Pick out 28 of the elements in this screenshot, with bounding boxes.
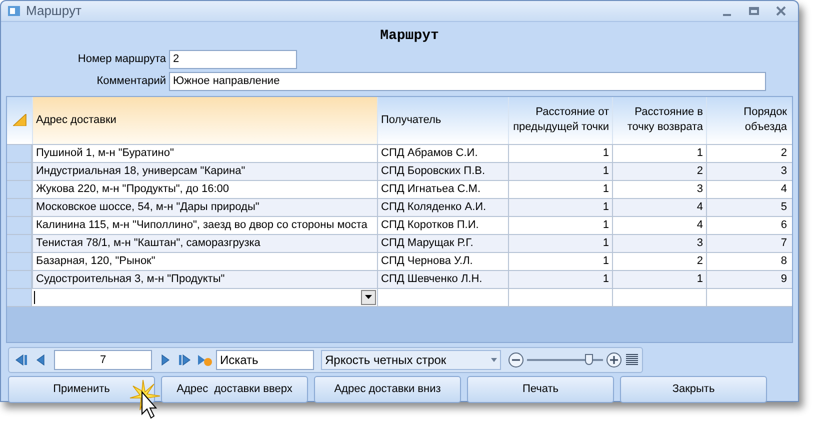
action-button[interactable]: Адрес доставки вниз <box>314 376 461 402</box>
action-button[interactable]: Адрес доставки вверх <box>161 376 308 402</box>
zoom-slider-thumb[interactable] <box>585 354 594 364</box>
record-position-field[interactable]: 7 <box>54 350 152 370</box>
action-button[interactable]: Применить <box>8 376 155 402</box>
skip-arrow-icon <box>14 352 28 366</box>
zoom-out-icon[interactable] <box>508 352 524 368</box>
field-label: Номер маршрута <box>76 52 167 67</box>
dropdown-arrow-icon <box>365 295 372 299</box>
column-header[interactable]: Адрес доставки <box>32 96 377 144</box>
text-field[interactable]: Южное направление <box>169 72 766 90</box>
list-icon[interactable] <box>625 354 639 366</box>
app-icon <box>7 4 21 18</box>
action-button[interactable]: Печать <box>467 376 614 402</box>
close-icon <box>776 6 786 16</box>
mouse-cursor-icon <box>128 378 162 420</box>
sort-triangle-icon <box>12 114 26 126</box>
dropdown-arrow-icon <box>491 358 497 362</box>
field-label: Комментарий <box>96 74 167 89</box>
text-field[interactable]: 2 <box>169 50 297 68</box>
zoom-in-icon[interactable] <box>606 352 622 368</box>
action-button[interactable]: Закрыть <box>620 376 767 402</box>
form-heading: Маршрут <box>380 26 439 46</box>
row-brightness-dropdown[interactable]: Яркость четных строк <box>321 350 501 370</box>
skip-arrow-icon <box>178 352 192 366</box>
window-title: Маршрут <box>26 2 82 20</box>
new-record-icon <box>197 352 213 366</box>
search-field[interactable]: Искать <box>216 350 314 370</box>
